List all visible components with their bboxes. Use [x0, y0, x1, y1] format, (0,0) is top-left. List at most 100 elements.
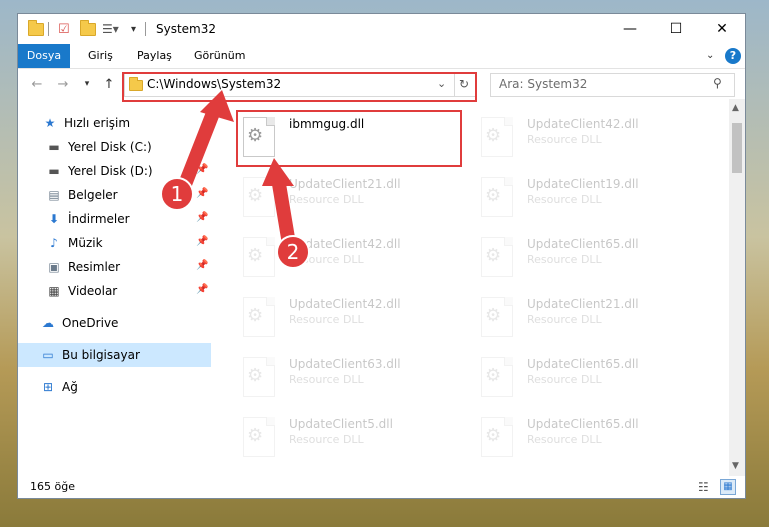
- forward-arrow-icon[interactable]: →: [54, 75, 72, 93]
- file-item[interactable]: ⚙ UpdateClient5.dll Resource DLL: [237, 411, 462, 467]
- new-folder-icon[interactable]: [80, 19, 96, 37]
- gear-icon: ⚙: [485, 425, 502, 446]
- file-type: Resource DLL: [289, 373, 364, 386]
- gear-icon: ⚙: [247, 365, 264, 386]
- tab-dosya[interactable]: Dosya: [18, 44, 70, 68]
- file-item[interactable]: ⚙ UpdateClient65.dll Resource DLL: [475, 351, 700, 407]
- file-name: UpdateClient42.dll: [289, 297, 401, 311]
- sidebar-item-network[interactable]: ⊞ Ağ: [18, 375, 211, 399]
- search-icon[interactable]: ⚲: [713, 76, 722, 90]
- navigation-pane: ★ Hızlı erişim ▬ Yerel Disk (C:) 📌 ▬ Yer…: [18, 99, 211, 476]
- gear-icon: ⚙: [247, 425, 264, 446]
- sidebar-item-label: Yerel Disk (C:): [68, 140, 152, 154]
- sidebar-item-onedrive[interactable]: ☁ OneDrive: [18, 311, 211, 335]
- gear-icon: ⚙: [247, 245, 264, 266]
- file-name: UpdateClient65.dll: [527, 237, 639, 251]
- gear-icon: ⚙: [485, 245, 502, 266]
- tab-paylas[interactable]: Paylaş: [137, 44, 172, 68]
- file-item[interactable]: ⚙ UpdateClient65.dll Resource DLL: [475, 231, 700, 287]
- file-name: UpdateClient21.dll: [527, 297, 639, 311]
- star-icon: ★: [44, 116, 56, 130]
- file-name: UpdateClient42.dll: [289, 237, 401, 251]
- tab-giris[interactable]: Giriş: [88, 44, 113, 68]
- sidebar-item-pictures[interactable]: ▣ Resimler 📌: [18, 255, 211, 279]
- sidebar-item-local-disk-c[interactable]: ▬ Yerel Disk (C:) 📌: [18, 135, 211, 159]
- file-item[interactable]: ⚙ UpdateClient42.dll Resource DLL: [237, 231, 462, 287]
- sidebar-item-quick-access[interactable]: ★ Hızlı erişim: [18, 111, 211, 135]
- sidebar-item-downloads[interactable]: ⬇ İndirmeler 📌: [18, 207, 211, 231]
- sidebar-item-label: Bu bilgisayar: [62, 348, 140, 362]
- file-name: UpdateClient65.dll: [527, 417, 639, 431]
- pin-icon[interactable]: 📌: [196, 284, 208, 295]
- gear-icon: ⚙: [485, 365, 502, 386]
- up-arrow-icon[interactable]: ↑: [100, 75, 118, 93]
- vertical-scrollbar[interactable]: ▲ ▼: [729, 99, 745, 476]
- scroll-up-icon[interactable]: ▲: [732, 103, 739, 113]
- file-type: Resource DLL: [527, 253, 602, 266]
- file-item[interactable]: ⚙ UpdateClient21.dll Resource DLL: [237, 171, 462, 227]
- file-type: Resource DLL: [289, 253, 364, 266]
- pin-icon[interactable]: 📌: [196, 212, 208, 223]
- pin-icon[interactable]: 📌: [196, 188, 208, 199]
- gear-icon: ⚙: [485, 185, 502, 206]
- file-name: UpdateClient5.dll: [289, 417, 393, 431]
- close-button[interactable]: ✕: [699, 14, 745, 44]
- file-item[interactable]: ⚙ UpdateClient65.dll Resource DLL: [475, 411, 700, 467]
- scroll-down-icon[interactable]: ▼: [732, 461, 739, 471]
- sidebar-item-local-disk-d[interactable]: ▬ Yerel Disk (D:) 📌: [18, 159, 211, 183]
- back-arrow-icon[interactable]: ←: [28, 75, 46, 93]
- status-bar: 165 öğe ☷ ▦: [18, 476, 745, 498]
- pictures-icon: ▣: [48, 260, 60, 274]
- sidebar-item-music[interactable]: ♪ Müzik 📌: [18, 231, 211, 255]
- file-type: Resource DLL: [527, 193, 602, 206]
- properties-icon[interactable]: ☑: [58, 21, 70, 37]
- pin-icon[interactable]: 📌: [196, 260, 208, 271]
- gear-icon: ⚙: [247, 185, 264, 206]
- minimize-button[interactable]: —: [607, 14, 653, 44]
- sidebar-item-videos[interactable]: ▦ Videolar 📌: [18, 279, 211, 303]
- help-button[interactable]: ?: [725, 48, 741, 64]
- tab-gorunum[interactable]: Görünüm: [194, 44, 245, 68]
- file-item[interactable]: ⚙ UpdateClient21.dll Resource DLL: [475, 291, 700, 347]
- large-icons-view-icon[interactable]: ▦: [720, 479, 736, 495]
- file-name: UpdateClient65.dll: [527, 357, 639, 371]
- pin-icon[interactable]: 📌: [196, 236, 208, 247]
- maximize-button[interactable]: ☐: [653, 14, 699, 44]
- sidebar-item-documents[interactable]: ▤ Belgeler 📌: [18, 183, 211, 207]
- details-view-icon[interactable]: ☷: [698, 480, 709, 494]
- scrollbar-thumb[interactable]: [732, 123, 742, 173]
- computer-icon: ▭: [42, 348, 54, 362]
- pin-icon[interactable]: 📌: [196, 140, 208, 151]
- ribbon: Dosya Giriş Paylaş Görünüm ⌄ ?: [18, 44, 745, 69]
- videos-icon: ▦: [48, 284, 60, 298]
- sidebar-item-label: Ağ: [62, 380, 78, 394]
- cloud-icon: ☁: [42, 316, 54, 330]
- divider: [145, 21, 146, 37]
- sidebar-item-label: Belgeler: [68, 188, 118, 202]
- window-title: System32: [156, 22, 217, 36]
- customize-toolbar-icon[interactable]: ☰▾: [102, 21, 119, 37]
- pin-icon[interactable]: 📌: [196, 164, 208, 175]
- sidebar-item-this-pc[interactable]: ▭ Bu bilgisayar: [18, 343, 211, 367]
- file-type: Resource DLL: [527, 313, 602, 326]
- file-item[interactable]: ⚙ UpdateClient42.dll Resource DLL: [475, 111, 700, 167]
- file-type: Resource DLL: [527, 433, 602, 446]
- gear-icon: ⚙: [485, 305, 502, 326]
- chevron-down-icon[interactable]: ▾: [131, 21, 136, 37]
- file-item[interactable]: ⚙ UpdateClient42.dll Resource DLL: [237, 291, 462, 347]
- search-input[interactable]: Ara: System32 ⚲: [490, 73, 735, 97]
- download-icon: ⬇: [48, 212, 60, 226]
- recent-locations-chevron-icon[interactable]: ▾: [78, 75, 96, 93]
- file-item[interactable]: ⚙ UpdateClient63.dll Resource DLL: [237, 351, 462, 407]
- file-item[interactable]: ⚙ UpdateClient19.dll Resource DLL: [475, 171, 700, 227]
- item-count: 165 öğe: [30, 480, 75, 493]
- file-type: Resource DLL: [289, 193, 364, 206]
- search-placeholder: Ara: System32: [499, 77, 588, 91]
- sidebar-item-label: Müzik: [68, 236, 103, 250]
- sidebar-item-label: Yerel Disk (D:): [68, 164, 153, 178]
- file-type: Resource DLL: [527, 373, 602, 386]
- documents-icon: ▤: [48, 188, 60, 202]
- file-type: Resource DLL: [289, 313, 364, 326]
- divider: [48, 21, 49, 37]
- expand-ribbon-icon[interactable]: ⌄: [706, 44, 714, 68]
